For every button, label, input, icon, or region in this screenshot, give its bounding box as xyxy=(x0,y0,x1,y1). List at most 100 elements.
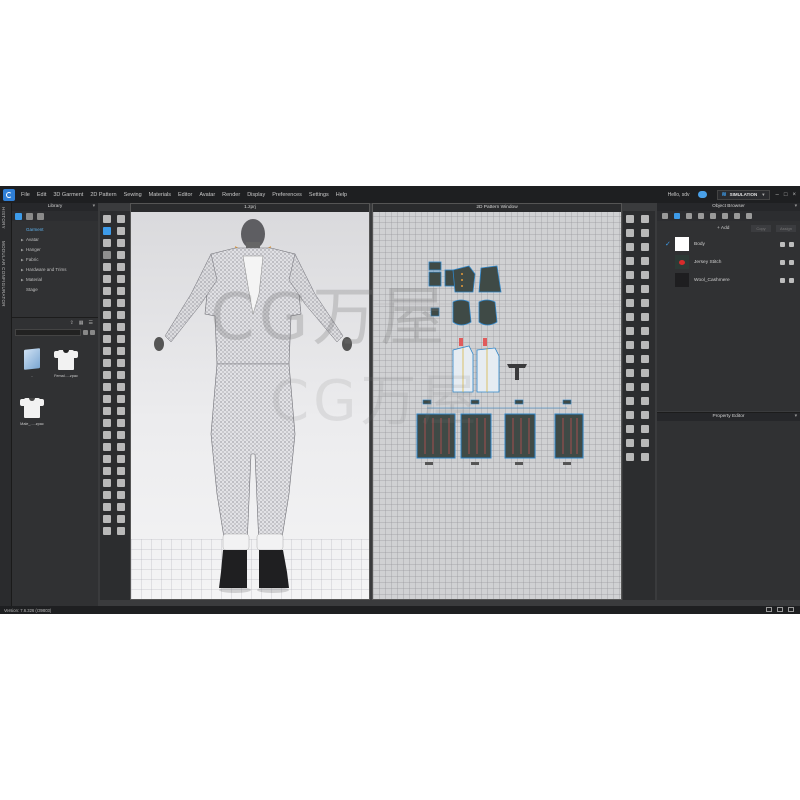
rectangle-tool-icon[interactable] xyxy=(641,243,649,251)
texture-tool-icon[interactable] xyxy=(103,311,111,319)
line-sewing-icon[interactable] xyxy=(641,383,649,391)
tack-tool-icon[interactable] xyxy=(103,467,111,475)
texture-pattern-icon[interactable] xyxy=(641,327,649,335)
internal-line-icon[interactable] xyxy=(641,257,649,265)
menu-editor[interactable]: Editor xyxy=(178,192,192,198)
transform-tool-icon[interactable] xyxy=(103,227,111,235)
cloud-library-icon[interactable] xyxy=(26,212,33,220)
notch-tool-icon[interactable] xyxy=(103,527,111,535)
copy-icon[interactable] xyxy=(780,259,785,265)
button-tool-icon[interactable] xyxy=(103,275,111,283)
menu-materials[interactable]: Materials xyxy=(149,192,171,198)
view-tool-icon[interactable] xyxy=(117,479,125,487)
delete-icon[interactable] xyxy=(789,241,794,247)
draw-tool-icon[interactable] xyxy=(103,503,111,511)
print-icon[interactable] xyxy=(641,439,649,447)
menu-3d-garment[interactable]: 3D Garment xyxy=(53,192,83,198)
tape-tool-icon[interactable] xyxy=(117,251,125,259)
search-icon[interactable] xyxy=(83,330,88,335)
fold-pattern-icon[interactable] xyxy=(626,313,634,321)
grid-view-icon[interactable]: ▦ xyxy=(79,320,84,326)
free-sewing-icon[interactable] xyxy=(103,419,111,427)
wind-tool-icon[interactable] xyxy=(103,455,111,463)
settings-2d-icon[interactable] xyxy=(641,453,649,461)
expand-arrow-icon[interactable]: ▶ xyxy=(21,275,24,285)
colorway-tab-icon[interactable] xyxy=(734,213,740,219)
measure-tool-icon[interactable] xyxy=(103,251,111,259)
piping-tool-icon[interactable] xyxy=(117,287,125,295)
annotation-icon[interactable] xyxy=(626,411,634,419)
stitch-tool-icon[interactable] xyxy=(117,263,125,271)
puckering-tool-icon[interactable] xyxy=(117,383,125,391)
seam-tool-icon[interactable] xyxy=(103,263,111,271)
add-point-icon[interactable] xyxy=(641,229,649,237)
gravity-tool-icon[interactable] xyxy=(117,443,125,451)
measure-pattern-icon[interactable] xyxy=(641,369,649,377)
circle-tool-icon[interactable] xyxy=(626,257,634,265)
camera-2d-icon[interactable] xyxy=(626,439,634,447)
simulation-mode-button[interactable]: ≋ SIMULATION ▾ xyxy=(716,189,770,200)
list-view-icon[interactable]: ☰ xyxy=(89,320,93,326)
tree-item-hardware-trims[interactable]: ▶ Hardware and Trims xyxy=(20,265,98,275)
render-tool-icon[interactable] xyxy=(103,359,111,367)
bond-tool-icon[interactable] xyxy=(103,431,111,439)
expand-arrow-icon[interactable]: ▶ xyxy=(21,265,24,275)
delete-icon[interactable] xyxy=(789,277,794,283)
menu-help[interactable]: Help xyxy=(336,192,347,198)
split-view-icon[interactable] xyxy=(777,607,783,612)
material-row-jersey-stitch[interactable]: Jersey Stitch xyxy=(657,253,800,271)
copy-icon[interactable] xyxy=(780,241,785,247)
panel-menu-icon[interactable]: ▾ xyxy=(93,203,95,211)
favorite-star-icon[interactable] xyxy=(15,212,22,220)
ruler-icon[interactable] xyxy=(641,397,649,405)
avatar-tool-icon[interactable] xyxy=(103,335,111,343)
check-length-icon[interactable] xyxy=(626,397,634,405)
tree-item-stage[interactable]: Stage xyxy=(20,285,98,295)
offset-tool-icon[interactable] xyxy=(626,271,634,279)
check-sewing-icon[interactable] xyxy=(117,419,125,427)
maximize-icon[interactable]: □ xyxy=(784,192,788,198)
segment-sewing-icon[interactable] xyxy=(117,407,125,415)
brush-tool-icon[interactable] xyxy=(103,323,111,331)
menu-2d-pattern[interactable]: 2D Pattern xyxy=(90,192,116,198)
menu-sewing[interactable]: Sewing xyxy=(124,192,142,198)
grain-line-icon[interactable] xyxy=(626,327,634,335)
trim-tool-icon[interactable] xyxy=(103,383,111,391)
tree-item-avatar[interactable]: ▶ Avatar xyxy=(20,235,98,245)
shrink-tool-icon[interactable] xyxy=(117,467,125,475)
layout-icon[interactable] xyxy=(766,607,772,612)
expand-arrow-icon[interactable]: ▶ xyxy=(21,235,24,245)
expand-arrow-icon[interactable]: ▶ xyxy=(21,245,24,255)
list-icon[interactable] xyxy=(662,213,668,219)
menu-edit[interactable]: Edit xyxy=(37,192,46,198)
sewing-tool-icon[interactable] xyxy=(103,407,111,415)
copy-icon[interactable] xyxy=(780,277,785,283)
menu-display[interactable]: Display xyxy=(247,192,265,198)
menu-file[interactable]: File xyxy=(21,192,30,198)
library-search-input[interactable] xyxy=(15,329,81,336)
tree-item-garment[interactable]: Garment xyxy=(20,225,98,235)
store-icon[interactable] xyxy=(37,212,44,220)
unfold-icon[interactable] xyxy=(626,355,634,363)
line-tool-icon[interactable] xyxy=(117,503,125,511)
edit-curve-icon[interactable] xyxy=(626,229,634,237)
menu-avatar[interactable]: Avatar xyxy=(199,192,215,198)
dart-tool-icon[interactable] xyxy=(117,515,125,523)
tree-item-hanger[interactable]: ▶ Hanger xyxy=(20,245,98,255)
tab-modular-configurator[interactable]: MODULAR CONFIGURATOR xyxy=(1,241,6,307)
notch-pattern-icon[interactable] xyxy=(626,285,634,293)
grading-icon[interactable] xyxy=(626,425,634,433)
bulb-icon[interactable] xyxy=(626,453,634,461)
collision-tool-icon[interactable] xyxy=(117,455,125,463)
cloud-icon[interactable] xyxy=(697,191,707,198)
skive-tool-icon[interactable] xyxy=(117,431,125,439)
trim-tab-icon[interactable] xyxy=(722,213,728,219)
pose-tool-icon[interactable] xyxy=(117,335,125,343)
menu-settings[interactable]: Settings xyxy=(309,192,329,198)
avatar-tab-icon[interactable] xyxy=(746,213,752,219)
slash-spread-icon[interactable] xyxy=(641,341,649,349)
record-tool-icon[interactable] xyxy=(103,491,111,499)
hide-icon[interactable] xyxy=(641,355,649,363)
seam-allowance-icon[interactable] xyxy=(626,299,634,307)
fold-tool-icon[interactable] xyxy=(117,227,125,235)
